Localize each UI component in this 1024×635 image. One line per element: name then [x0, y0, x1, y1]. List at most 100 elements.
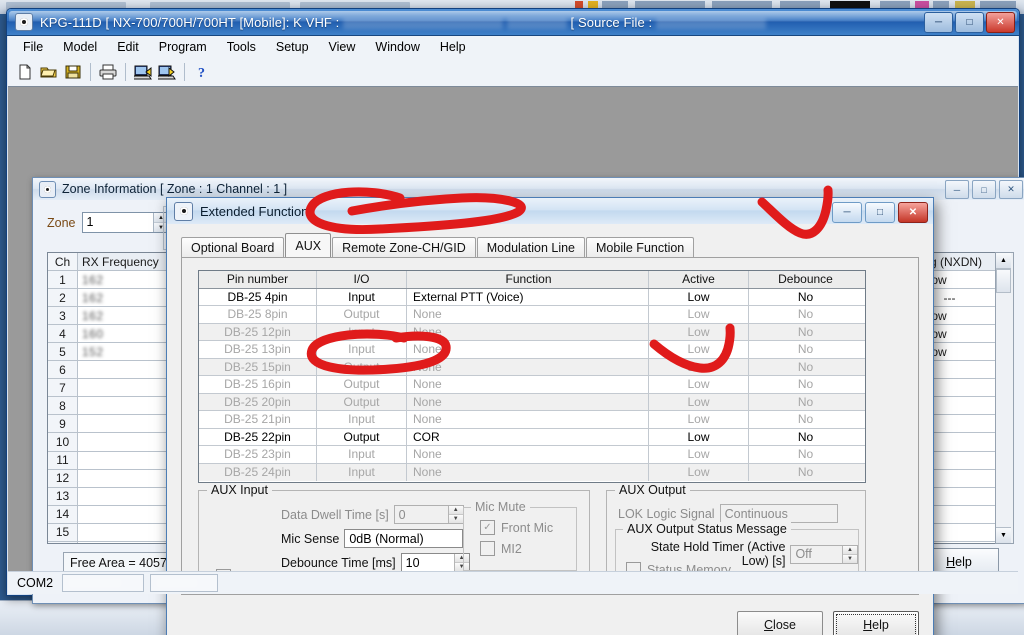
cell-active[interactable]: Low: [649, 411, 749, 428]
cell-rx-frequency[interactable]: [78, 469, 173, 487]
cell-debounce[interactable]: No: [749, 376, 862, 393]
menu-view[interactable]: View: [320, 37, 365, 57]
cell-io[interactable]: Input: [317, 411, 407, 428]
table-row[interactable]: DB-25 21pin Input None Low No: [199, 411, 865, 429]
cell-active[interactable]: Low: [649, 428, 749, 445]
read-from-radio-icon[interactable]: [131, 60, 155, 84]
table-row[interactable]: DB-25 8pin Output None Low No: [199, 306, 865, 324]
cell-debounce[interactable]: No: [749, 464, 862, 482]
menu-edit[interactable]: Edit: [108, 37, 148, 57]
cell-pin-number[interactable]: DB-25 16pin: [199, 376, 317, 393]
cell-function[interactable]: None: [407, 341, 649, 358]
cell-pin-number[interactable]: DB-25 23pin: [199, 446, 317, 463]
cell-rx-frequency[interactable]: [78, 415, 173, 433]
cell-pin-number[interactable]: DB-25 21pin: [199, 411, 317, 428]
print-icon[interactable]: [96, 60, 120, 84]
mi2-row[interactable]: MI2: [480, 541, 522, 556]
extended-maximize-icon[interactable]: □: [865, 202, 895, 223]
cell-function[interactable]: External PTT (Voice): [407, 288, 649, 305]
help-button[interactable]: Help: [833, 611, 919, 635]
mi2-checkbox[interactable]: [480, 541, 495, 556]
zone-close-icon[interactable]: ✕: [999, 180, 1023, 199]
table-row[interactable]: DB-25 13pin Input None Low No: [199, 341, 865, 359]
write-to-radio-icon[interactable]: [155, 60, 179, 84]
lok-logic-signal-field[interactable]: Continuous: [719, 504, 838, 523]
cell-io[interactable]: Output: [317, 306, 407, 323]
table-row[interactable]: DB-25 4pin Input External PTT (Voice) Low No: [199, 288, 865, 306]
channel-table-scrollbar[interactable]: ▲ ▼: [995, 252, 1014, 544]
cell-io[interactable]: Input: [317, 446, 407, 463]
cell-active[interactable]: Low: [649, 446, 749, 463]
cell-io[interactable]: Output: [317, 393, 407, 410]
cell-pin-number[interactable]: DB-25 15pin: [199, 358, 317, 375]
cell-io[interactable]: Input: [317, 323, 407, 340]
tab-remote-zone-ch-gid[interactable]: Remote Zone-CH/GID: [332, 237, 476, 258]
cell-pin-number[interactable]: DB-25 20pin: [199, 393, 317, 410]
cell-function[interactable]: None: [407, 463, 649, 481]
data-dwell-spin-buttons[interactable]: ▲ ▼: [447, 506, 463, 523]
cell-active[interactable]: Low: [649, 358, 749, 375]
menu-window[interactable]: Window: [366, 37, 428, 57]
cell-active[interactable]: Low: [649, 393, 749, 410]
maximize-icon[interactable]: □: [955, 12, 984, 33]
cell-debounce[interactable]: No: [749, 306, 862, 323]
state-hold-spin-up-icon[interactable]: ▲: [843, 545, 857, 555]
cell-io[interactable]: Input: [317, 288, 407, 305]
cell-debounce[interactable]: No: [749, 324, 862, 341]
table-row[interactable]: DB-25 23pin Input None Low No: [199, 446, 865, 464]
table-row[interactable]: DB-25 20pin Output None Low No: [199, 393, 865, 411]
menu-setup[interactable]: Setup: [267, 37, 318, 57]
cell-debounce[interactable]: No: [749, 429, 862, 446]
tab-mobile-function[interactable]: Mobile Function: [586, 237, 695, 258]
table-row[interactable]: DB-25 12pin Input None Low No: [199, 323, 865, 341]
cell-debounce[interactable]: No: [749, 411, 862, 428]
data-dwell-spin-up-icon[interactable]: ▲: [448, 506, 463, 515]
state-hold-spin-buttons[interactable]: ▲ ▼: [842, 545, 857, 563]
help-question-icon[interactable]: ?: [190, 60, 214, 84]
cell-rx-frequency[interactable]: [78, 451, 173, 469]
cell-function[interactable]: None: [407, 411, 649, 428]
cell-io[interactable]: Output: [317, 358, 407, 375]
cell-function[interactable]: None: [407, 446, 649, 463]
cell-rx-frequency[interactable]: [78, 379, 173, 397]
cell-debounce[interactable]: No: [749, 359, 862, 376]
cell-active[interactable]: Low: [649, 463, 749, 481]
cell-rx-frequency[interactable]: [78, 397, 173, 415]
cell-rx-frequency[interactable]: 162: [78, 307, 173, 325]
cell-pin-number[interactable]: DB-25 8pin: [199, 306, 317, 323]
cell-rx-frequency[interactable]: [78, 487, 173, 505]
extended-close-icon[interactable]: ✕: [898, 202, 928, 223]
cell-active[interactable]: Low: [649, 306, 749, 323]
zone-minimize-icon[interactable]: ─: [945, 180, 969, 199]
menu-help[interactable]: Help: [431, 37, 475, 57]
pin-assignment-table[interactable]: Pin number I/O Function Active Debounce …: [198, 270, 866, 483]
state-hold-timer-spinner[interactable]: Off ▲ ▼: [790, 544, 858, 564]
menu-program[interactable]: Program: [150, 37, 216, 57]
cell-io[interactable]: Output: [317, 376, 407, 393]
scroll-up-icon[interactable]: ▲: [996, 253, 1011, 269]
cell-function[interactable]: None: [407, 393, 649, 410]
cell-rx-frequency[interactable]: [78, 541, 173, 543]
close-icon[interactable]: ✕: [986, 12, 1015, 33]
save-disk-icon[interactable]: [61, 60, 85, 84]
cell-rx-frequency[interactable]: [78, 505, 173, 523]
cell-pin-number[interactable]: DB-25 12pin: [199, 323, 317, 340]
cell-function[interactable]: None: [407, 376, 649, 393]
minimize-icon[interactable]: ─: [924, 12, 953, 33]
table-row[interactable]: DB-25 24pin Input None Low No: [199, 463, 865, 482]
cell-active[interactable]: Low: [649, 323, 749, 340]
mic-sense-field[interactable]: 0dB (Normal): [344, 529, 464, 548]
tab-modulation-line[interactable]: Modulation Line: [476, 237, 586, 258]
cell-debounce[interactable]: No: [749, 446, 862, 463]
front-mic-row[interactable]: ✓ Front Mic: [480, 520, 553, 535]
cell-rx-frequency[interactable]: 162: [78, 271, 173, 289]
cell-active[interactable]: Low: [649, 288, 749, 305]
scroll-thumb[interactable]: [996, 269, 1011, 293]
cell-rx-frequency[interactable]: [78, 523, 173, 541]
cell-io[interactable]: Output: [317, 428, 407, 445]
menu-model[interactable]: Model: [54, 37, 106, 57]
zone-spinner[interactable]: ▲ ▼: [81, 212, 170, 233]
tab-aux[interactable]: AUX: [285, 233, 332, 258]
scroll-down-icon[interactable]: ▼: [996, 527, 1011, 543]
state-hold-spin-down-icon[interactable]: ▼: [843, 554, 857, 563]
